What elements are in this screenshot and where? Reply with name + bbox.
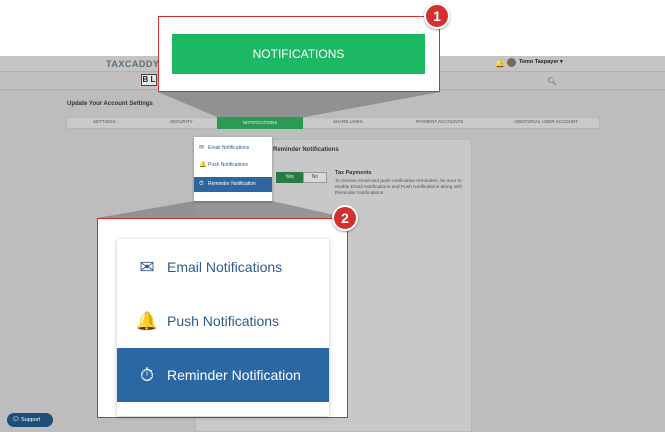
mini-push-label: Push Notifications [208, 162, 249, 168]
mini-reminder-label: Reminder Notification [208, 181, 256, 187]
cone-two [97, 201, 348, 218]
reminder-notification-label: Reminder Notification [167, 367, 301, 383]
reminder-notification-item[interactable]: ⏱ Reminder Notification [117, 348, 329, 402]
callout-badge-one: 1 [424, 3, 450, 29]
chat-icon: 💬︎ [12, 417, 20, 423]
email-notifications-item[interactable]: ✉ Email Notifications [117, 240, 329, 294]
support-button[interactable]: 💬︎ Support [7, 413, 53, 427]
screenshot-stage: TAXCADDY 🔔 Temo Taxpayer ▾ B L 🔍︎ Update… [0, 0, 665, 432]
cone-one [158, 92, 440, 117]
bell-icon: 🔔 [135, 311, 159, 331]
mini-email-notifications[interactable]: ✉ Email Notifications [194, 141, 272, 156]
mini-push-notifications[interactable]: 🔔 Push Notifications [194, 158, 272, 173]
envelope-icon: ✉ [199, 145, 205, 151]
bell-icon: 🔔 [199, 162, 207, 168]
mini-email-label: Email Notifications [208, 145, 250, 151]
push-notifications-item[interactable]: 🔔 Push Notifications [117, 294, 329, 348]
notifications-tab-zoom-label: NOTIFICATIONS [252, 47, 345, 61]
mini-reminder-notification[interactable]: ⏱ Reminder Notification [194, 177, 272, 192]
stopwatch-icon: ⏱ [199, 181, 204, 187]
envelope-icon: ✉ [139, 257, 155, 277]
email-notifications-label: Email Notifications [167, 259, 283, 275]
push-notifications-label: Push Notifications [167, 313, 280, 329]
stopwatch-icon: ⏱ [139, 365, 155, 385]
callout-badge-two: 2 [332, 205, 358, 231]
support-label: Support [21, 417, 41, 423]
